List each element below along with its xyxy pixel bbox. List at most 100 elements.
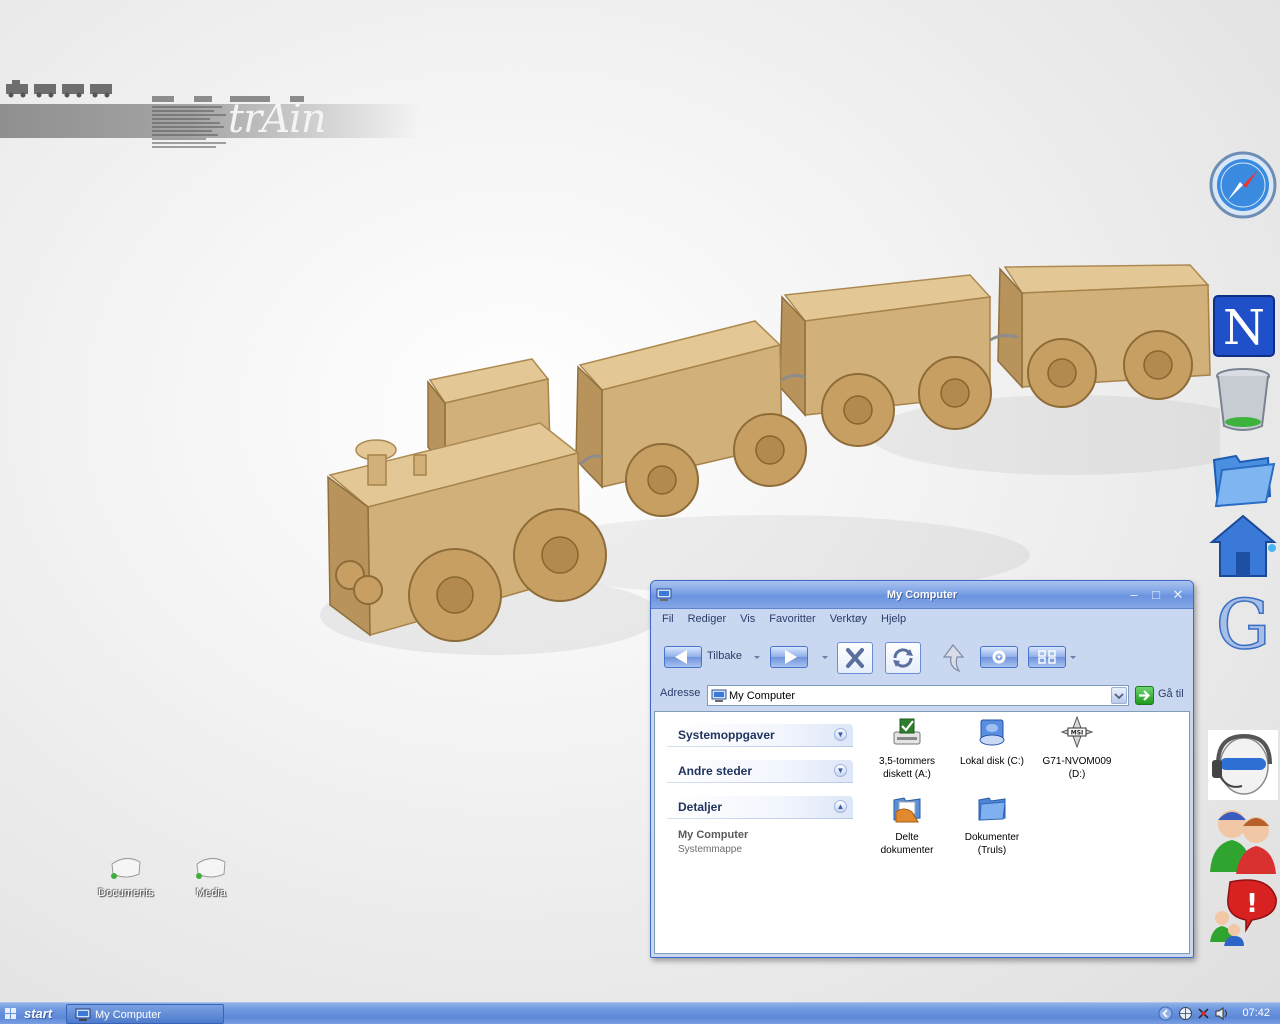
- maximize-icon[interactable]: □: [1149, 588, 1163, 602]
- messenger-alert-icon[interactable]: !: [1208, 876, 1278, 946]
- forward-arrow-icon: [785, 650, 797, 664]
- chevron-up-icon[interactable]: ▲: [834, 800, 847, 813]
- menu-item-verktoy[interactable]: Verktøy: [823, 613, 874, 631]
- views-button[interactable]: [1028, 646, 1066, 668]
- up-folder-button[interactable]: [941, 643, 965, 673]
- chevron-down-icon[interactable]: ▼: [834, 764, 847, 777]
- details-title: My Computer: [678, 829, 749, 841]
- banner-tick: [194, 96, 212, 102]
- up-arrow-icon: [942, 644, 965, 673]
- address-field[interactable]: My Computer: [707, 685, 1129, 706]
- item-floppy-drive[interactable]: 3,5-tommers diskett (A:): [865, 716, 949, 781]
- my-computer-window: My Computer – □ ✕ Fil Rediger Vis Favori…: [650, 580, 1194, 958]
- back-arrow-icon: [675, 650, 687, 664]
- panel-divider: [667, 782, 853, 783]
- item-documents-truls[interactable]: Dokumenter (Truls): [950, 792, 1034, 857]
- details-body: My Computer Systemmappe: [667, 819, 853, 855]
- menu-item-favoritter[interactable]: Favoritter: [762, 613, 822, 631]
- menu-item-rediger[interactable]: Rediger: [681, 613, 734, 631]
- panel-title: Systemoppgaver: [678, 728, 775, 742]
- menu-item-hjelp[interactable]: Hjelp: [874, 613, 913, 631]
- drive-icon: [111, 858, 141, 879]
- svg-text:G: G: [1216, 588, 1270, 658]
- floppy-drive-icon: [893, 718, 921, 745]
- panel-other-places: Andre steder ▼: [667, 760, 853, 783]
- back-button[interactable]: [664, 646, 702, 668]
- hard-disk-icon: [979, 719, 1005, 746]
- msi-drive-icon: MSI: [1060, 715, 1094, 749]
- go-label: Gå til: [1158, 688, 1184, 700]
- windows-logo-icon: [5, 1008, 16, 1019]
- close-icon[interactable]: ✕: [1171, 588, 1185, 602]
- panel-header-details[interactable]: Detaljer ▲: [667, 796, 853, 818]
- item-label: Dokumenter: [964, 832, 1020, 843]
- gear-icon: [992, 650, 1006, 664]
- stop-button[interactable]: [837, 642, 873, 674]
- chevron-down-icon[interactable]: ▼: [834, 728, 847, 741]
- taskbar-button-my-computer[interactable]: My Computer: [66, 1004, 224, 1024]
- item-local-disk-c[interactable]: Lokal disk (C:): [950, 716, 1034, 768]
- svg-text:MSI: MSI: [1071, 730, 1084, 737]
- go-button[interactable]: Gå til: [1135, 685, 1191, 706]
- open-folder-icon[interactable]: [1208, 440, 1278, 510]
- banner-train-silhouette: [6, 80, 112, 98]
- item-label: 3,5-tommers: [878, 756, 936, 767]
- network-globe-icon[interactable]: [1178, 1006, 1193, 1021]
- item-label: Lokal disk (C:): [960, 756, 1024, 767]
- trash-bin-icon[interactable]: [1208, 364, 1278, 434]
- panel-header-other-places[interactable]: Andre steder ▼: [667, 760, 853, 782]
- refresh-icon: [893, 648, 913, 668]
- start-button[interactable]: start: [0, 1003, 62, 1024]
- details-subtitle: Systemmappe: [678, 844, 742, 855]
- google-g-icon[interactable]: G: [1208, 585, 1278, 666]
- panel-header-system-tasks[interactable]: Systemoppgaver ▼: [667, 724, 853, 746]
- users-icon[interactable]: [1208, 804, 1278, 874]
- window-titlebar[interactable]: My Computer – □ ✕: [651, 581, 1193, 609]
- security-icon[interactable]: [1196, 1006, 1211, 1021]
- taskbar: start My Computer 07:42: [0, 1002, 1280, 1024]
- clock: 07:42: [1242, 1007, 1270, 1019]
- banner-microtext: [152, 106, 232, 150]
- item-label: dokumenter: [880, 845, 934, 856]
- panel-title: Detaljer: [678, 800, 723, 814]
- home-icon[interactable]: [1208, 512, 1278, 582]
- system-tray: 07:42: [1156, 1003, 1280, 1024]
- desktop-icon-media[interactable]: Media: [175, 854, 247, 899]
- computer-icon: [75, 1008, 91, 1021]
- panel-system-tasks: Systemoppgaver ▼: [667, 724, 853, 747]
- back-dropdown-icon[interactable]: [754, 656, 760, 659]
- item-label: diskett (A:): [883, 769, 931, 780]
- shared-folder-icon: [893, 797, 921, 823]
- item-drive-d[interactable]: MSI G71-NVOM009 (D:): [1035, 715, 1119, 781]
- item-shared-documents[interactable]: Delte dokumenter: [865, 792, 949, 857]
- item-label: Delte: [895, 832, 919, 843]
- start-label: start: [24, 1006, 53, 1021]
- netscape-n-icon[interactable]: N: [1208, 292, 1278, 362]
- address-bar: Adresse My Computer Gå til: [651, 683, 1193, 709]
- safari-compass-icon[interactable]: [1208, 150, 1278, 220]
- window-title: My Computer: [886, 589, 958, 601]
- svg-text:N: N: [1223, 300, 1265, 356]
- grid-view-icon: [1038, 650, 1056, 664]
- desktop-icon-documents[interactable]: Documents: [90, 854, 162, 899]
- item-label: (Truls): [977, 845, 1007, 856]
- views-dropdown-icon[interactable]: [1070, 656, 1076, 659]
- computer-icon: [711, 689, 727, 702]
- desktop-icon-label: Media: [196, 887, 226, 899]
- headset-support-icon[interactable]: [1208, 730, 1278, 800]
- minimize-icon[interactable]: –: [1127, 588, 1141, 602]
- menu-item-fil[interactable]: Fil: [655, 613, 681, 631]
- address-dropdown-button[interactable]: [1111, 687, 1127, 704]
- settings-button[interactable]: [980, 646, 1018, 668]
- task-pane: Systemoppgaver ▼ Andre steder ▼ Detaljer…: [655, 712, 855, 953]
- menu-item-vis[interactable]: Vis: [733, 613, 762, 631]
- forward-button[interactable]: [770, 646, 808, 668]
- banner-word: trAin: [228, 96, 327, 142]
- refresh-button[interactable]: [885, 642, 921, 674]
- desktop-icon-label: Documents: [98, 887, 154, 899]
- volume-icon[interactable]: [1214, 1006, 1229, 1021]
- forward-dropdown-icon[interactable]: [822, 656, 828, 659]
- tray-expand-icon[interactable]: [1158, 1006, 1173, 1021]
- stop-x-icon: [846, 648, 864, 668]
- back-label[interactable]: Tilbake: [707, 650, 742, 662]
